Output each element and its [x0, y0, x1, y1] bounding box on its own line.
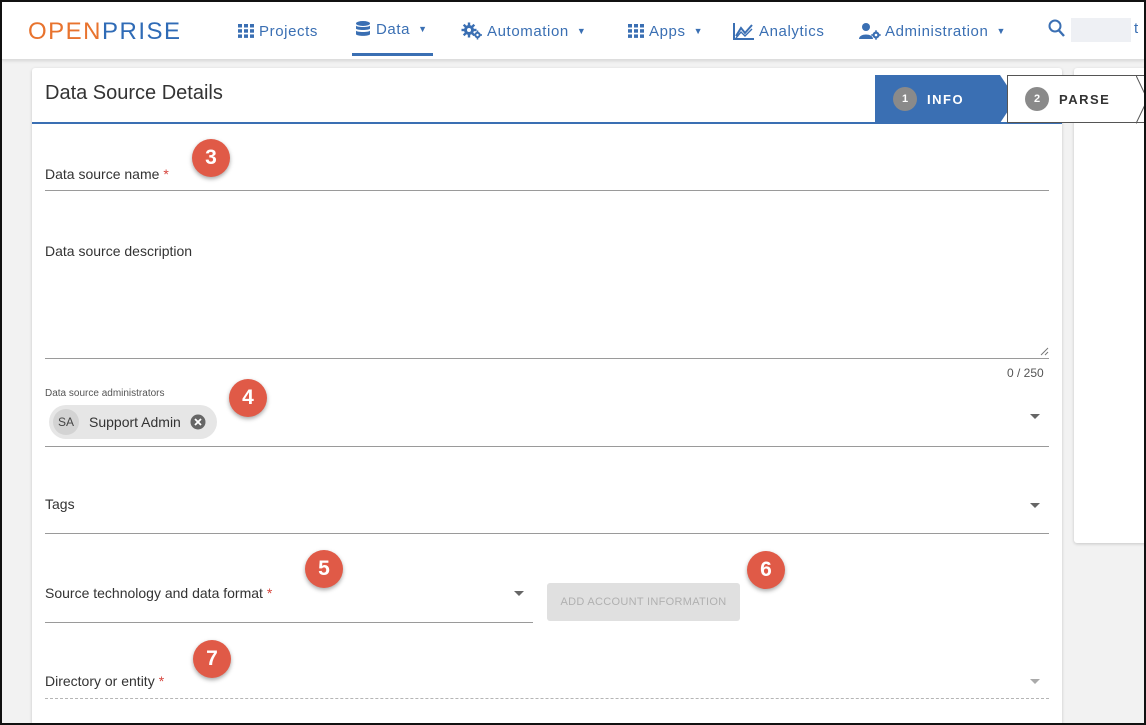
step-number-badge: 2 [1025, 87, 1049, 111]
directory-entity-label: Directory or entity [45, 673, 155, 689]
nav-apps[interactable]: Apps ▼ [627, 18, 703, 44]
nav-administration-label: Administration [885, 22, 989, 40]
chevron-down-icon[interactable] [1030, 679, 1040, 684]
gears-icon [461, 22, 482, 40]
step-info-label: INFO [927, 91, 965, 107]
source-technology-field[interactable]: Source technology and data format * [45, 585, 272, 601]
source-technology-label: Source technology and data format [45, 585, 263, 601]
data-source-card: Data Source Details 1 INFO 2 PARSE Data … [32, 68, 1144, 723]
chevron-down-icon[interactable] [1030, 503, 1040, 508]
callout-badge-6: 6 [747, 551, 785, 589]
callout-badge-3: 3 [192, 139, 230, 177]
step-arrow-icon [1136, 75, 1144, 124]
chevron-down-icon: ▼ [418, 24, 428, 34]
directory-entity-field[interactable]: Directory or entity * [45, 673, 164, 689]
side-panel [1074, 68, 1144, 543]
callout-badge-5: 5 [305, 550, 343, 588]
nav-automation-label: Automation [487, 22, 569, 40]
logo-prise-text: PRISE [102, 18, 182, 45]
chevron-down-icon: ▼ [693, 26, 704, 36]
grid-icon [238, 24, 254, 38]
data-source-description-textarea[interactable] [45, 236, 1049, 358]
callout-badge-4: 4 [229, 379, 267, 417]
nav-data[interactable]: Data ▼ [354, 16, 428, 42]
admin-chip[interactable]: SA Support Admin [49, 405, 217, 439]
search-tail-text: t [1134, 20, 1139, 37]
data-source-name-field[interactable]: Data source name * [45, 166, 169, 182]
step-info[interactable]: 1 INFO [875, 75, 1016, 123]
nav-projects-label: Projects [259, 22, 318, 40]
directory-entity-underline [45, 698, 1049, 699]
search-icon[interactable] [1048, 19, 1066, 39]
required-asterisk: * [163, 166, 169, 182]
resize-grip-icon[interactable] [1040, 347, 1049, 356]
app-frame: OPENPRISE Projects Data ▼ Automation ▼ A… [0, 0, 1146, 725]
chart-icon [733, 23, 754, 40]
card-header: Data Source Details 1 INFO 2 PARSE [32, 68, 1144, 124]
tags-underline [45, 533, 1049, 534]
avatar: SA [53, 409, 79, 435]
admin-chip-name: Support Admin [89, 414, 181, 430]
step-parse-label: PARSE [1059, 91, 1111, 107]
search-input[interactable] [1071, 18, 1131, 42]
nav-data-label: Data [376, 20, 411, 38]
page-title: Data Source Details [45, 82, 223, 104]
data-source-name-label: Data source name [45, 166, 160, 182]
nav-analytics-label: Analytics [759, 22, 825, 40]
chevron-down-icon: ▼ [996, 26, 1006, 36]
user-gear-icon [859, 23, 881, 40]
grid-icon [628, 24, 644, 38]
description-underline [45, 358, 1049, 359]
source-technology-underline [45, 622, 533, 623]
nav-administration[interactable]: Administration ▼ [859, 18, 1006, 44]
required-asterisk: * [158, 673, 165, 689]
top-navigation: OPENPRISE Projects Data ▼ Automation ▼ A… [2, 2, 1144, 60]
chevron-down-icon: ▼ [576, 26, 587, 36]
callout-badge-7: 7 [193, 640, 231, 678]
nav-active-indicator [352, 53, 433, 56]
step-parse[interactable]: 2 PARSE [1007, 75, 1144, 123]
logo-open-text: OPEN [28, 18, 103, 45]
add-account-information-button[interactable]: ADD ACCOUNT INFORMATION [547, 583, 740, 621]
nav-projects[interactable]: Projects [237, 18, 318, 44]
administrators-label: Data source administrators [45, 388, 165, 399]
chevron-down-icon[interactable] [1030, 414, 1040, 419]
step-number-badge: 1 [893, 87, 917, 111]
administrators-underline [45, 446, 1049, 447]
required-asterisk: * [266, 585, 273, 601]
openprise-logo[interactable]: OPENPRISE [28, 18, 182, 46]
character-counter: 0 / 250 [1007, 366, 1044, 380]
nav-automation[interactable]: Automation ▼ [461, 18, 586, 44]
chevron-down-icon[interactable] [514, 591, 524, 596]
database-icon [356, 21, 370, 36]
close-icon[interactable] [190, 414, 206, 430]
nav-analytics[interactable]: Analytics [733, 18, 824, 44]
nav-apps-label: Apps [649, 22, 686, 40]
data-source-name-underline [45, 190, 1049, 191]
tags-field[interactable]: Tags [45, 496, 75, 512]
